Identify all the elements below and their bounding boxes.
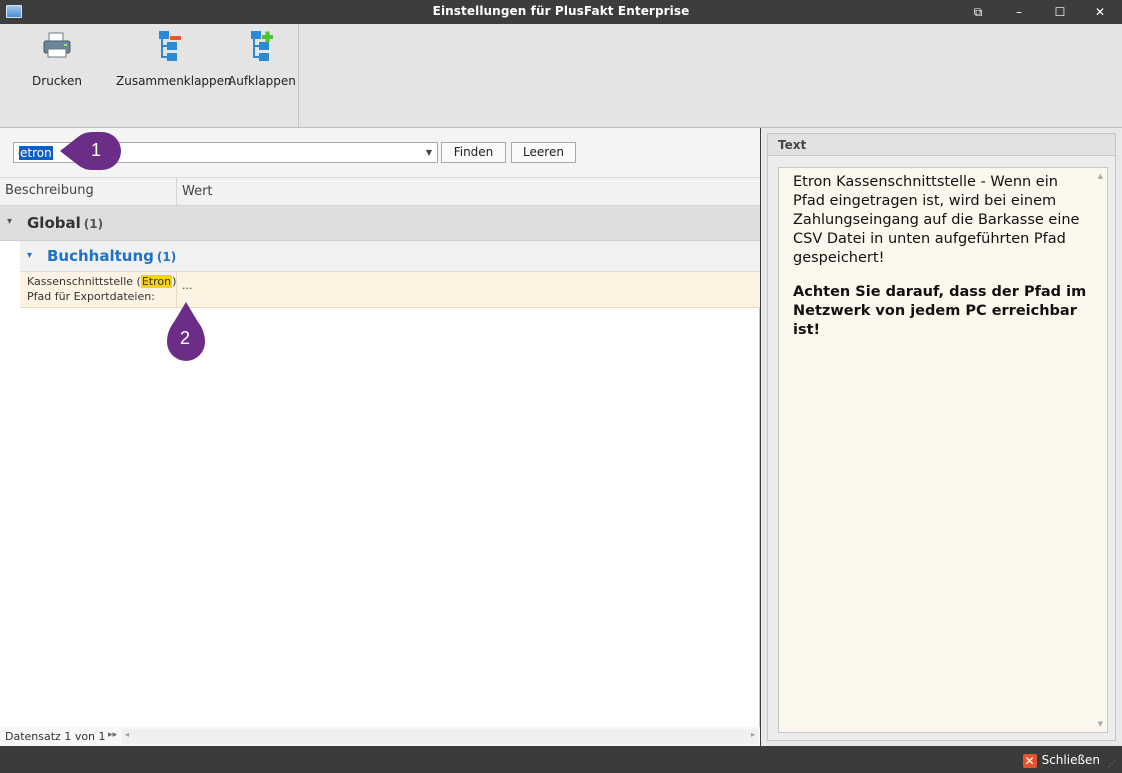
tree-collapse-icon (159, 31, 181, 61)
warning-text: Achten Sie darauf, dass der Pfad im Netz… (793, 284, 1087, 338)
printer-icon (43, 32, 71, 58)
callout-marker-2: 2 (164, 300, 208, 366)
collapse-button[interactable]: Zusammenklappen (116, 28, 232, 92)
group-row-global[interactable]: ▾ Global (1) (0, 206, 760, 241)
close-icon: ✕ (1022, 753, 1037, 768)
chevron-down-icon[interactable]: ▾ (27, 250, 32, 261)
close-window-button[interactable]: ✕ (1089, 2, 1111, 22)
group-title: Global (1) (27, 214, 104, 232)
next-record-icon[interactable]: ▸▸ (108, 730, 117, 740)
clear-button[interactable]: Leeren (511, 142, 576, 163)
window-title: Einstellungen für PlusFakt Enterprise (432, 4, 690, 18)
chevron-down-icon[interactable]: ▾ (7, 216, 12, 227)
row-description: Kassenschnittstelle (Etron) Pfad für Exp… (27, 275, 177, 303)
column-description[interactable]: Beschreibung (5, 183, 94, 198)
text-panel: Text Etron Kassenschnittstelle - Wenn ei… (767, 133, 1116, 741)
status-bar: ✕ Schließen ⋰ (0, 746, 1122, 773)
text-panel-header: Text (768, 134, 1115, 156)
grid-footer: Datensatz 1 von 1 ▸▸ ◂ ▸ (0, 727, 760, 746)
group-row-buchhaltung[interactable]: ▾ Buchhaltung (1) (20, 241, 760, 272)
horizontal-scrollbar[interactable]: ◂ ▸ (122, 729, 758, 744)
subgroup-count: (1) (156, 250, 177, 264)
group-count: (1) (83, 217, 104, 231)
search-selected-text: etron (19, 146, 53, 160)
marker-2-number: 2 (180, 328, 191, 348)
tree-expand-icon (251, 31, 273, 61)
title-bar: Einstellungen für PlusFakt Enterprise ⧉ … (0, 0, 1122, 24)
close-button[interactable]: ✕ Schließen (1022, 751, 1100, 769)
resize-grip-icon[interactable]: ⋰ (1108, 760, 1118, 770)
close-label: Schließen (1041, 753, 1100, 767)
restore-icon[interactable]: ⧉ (967, 2, 989, 22)
search-highlight: Etron (140, 275, 173, 288)
maximize-button[interactable]: ☐ (1049, 2, 1071, 22)
expand-button[interactable]: Aufklappen (228, 28, 296, 92)
minimize-button[interactable]: – (1008, 2, 1030, 22)
collapse-label: Zusammenklappen (116, 74, 232, 88)
settings-grid-pane: etron ▼ Finden Leeren Beschreibung Wert … (0, 128, 760, 746)
callout-marker-1: 1 (58, 131, 122, 171)
scroll-up-icon[interactable]: ▲ (1098, 172, 1103, 180)
column-value[interactable]: Wert (176, 178, 213, 205)
ribbon-toolbar: Drucken Zusammenklappen Aufklappen (0, 24, 1122, 128)
text-pane: Text Etron Kassenschnittstelle - Wenn ei… (761, 128, 1122, 746)
dropdown-arrow-icon[interactable]: ▼ (421, 143, 437, 162)
scroll-right-icon[interactable]: ▸ (751, 730, 755, 739)
find-button[interactable]: Finden (441, 142, 506, 163)
table-row[interactable]: Kassenschnittstelle (Etron) Pfad für Exp… (20, 272, 760, 308)
text-panel-body: Etron Kassenschnittstelle - Wenn ein Pfa… (778, 167, 1108, 733)
scroll-down-icon[interactable]: ▼ (1098, 720, 1103, 728)
scroll-left-icon[interactable]: ◂ (125, 730, 129, 739)
column-header: Beschreibung Wert (0, 178, 760, 206)
marker-1-number: 1 (91, 140, 102, 160)
record-counter: Datensatz 1 von 1 (5, 730, 106, 743)
print-label: Drucken (32, 74, 82, 88)
print-button[interactable]: Drucken (22, 28, 92, 92)
description-text: Etron Kassenschnittstelle - Wenn ein Pfa… (793, 174, 1080, 266)
ribbon-separator (298, 24, 299, 127)
expand-label: Aufklappen (228, 74, 296, 88)
subgroup-title: Buchhaltung (1) (47, 247, 177, 265)
